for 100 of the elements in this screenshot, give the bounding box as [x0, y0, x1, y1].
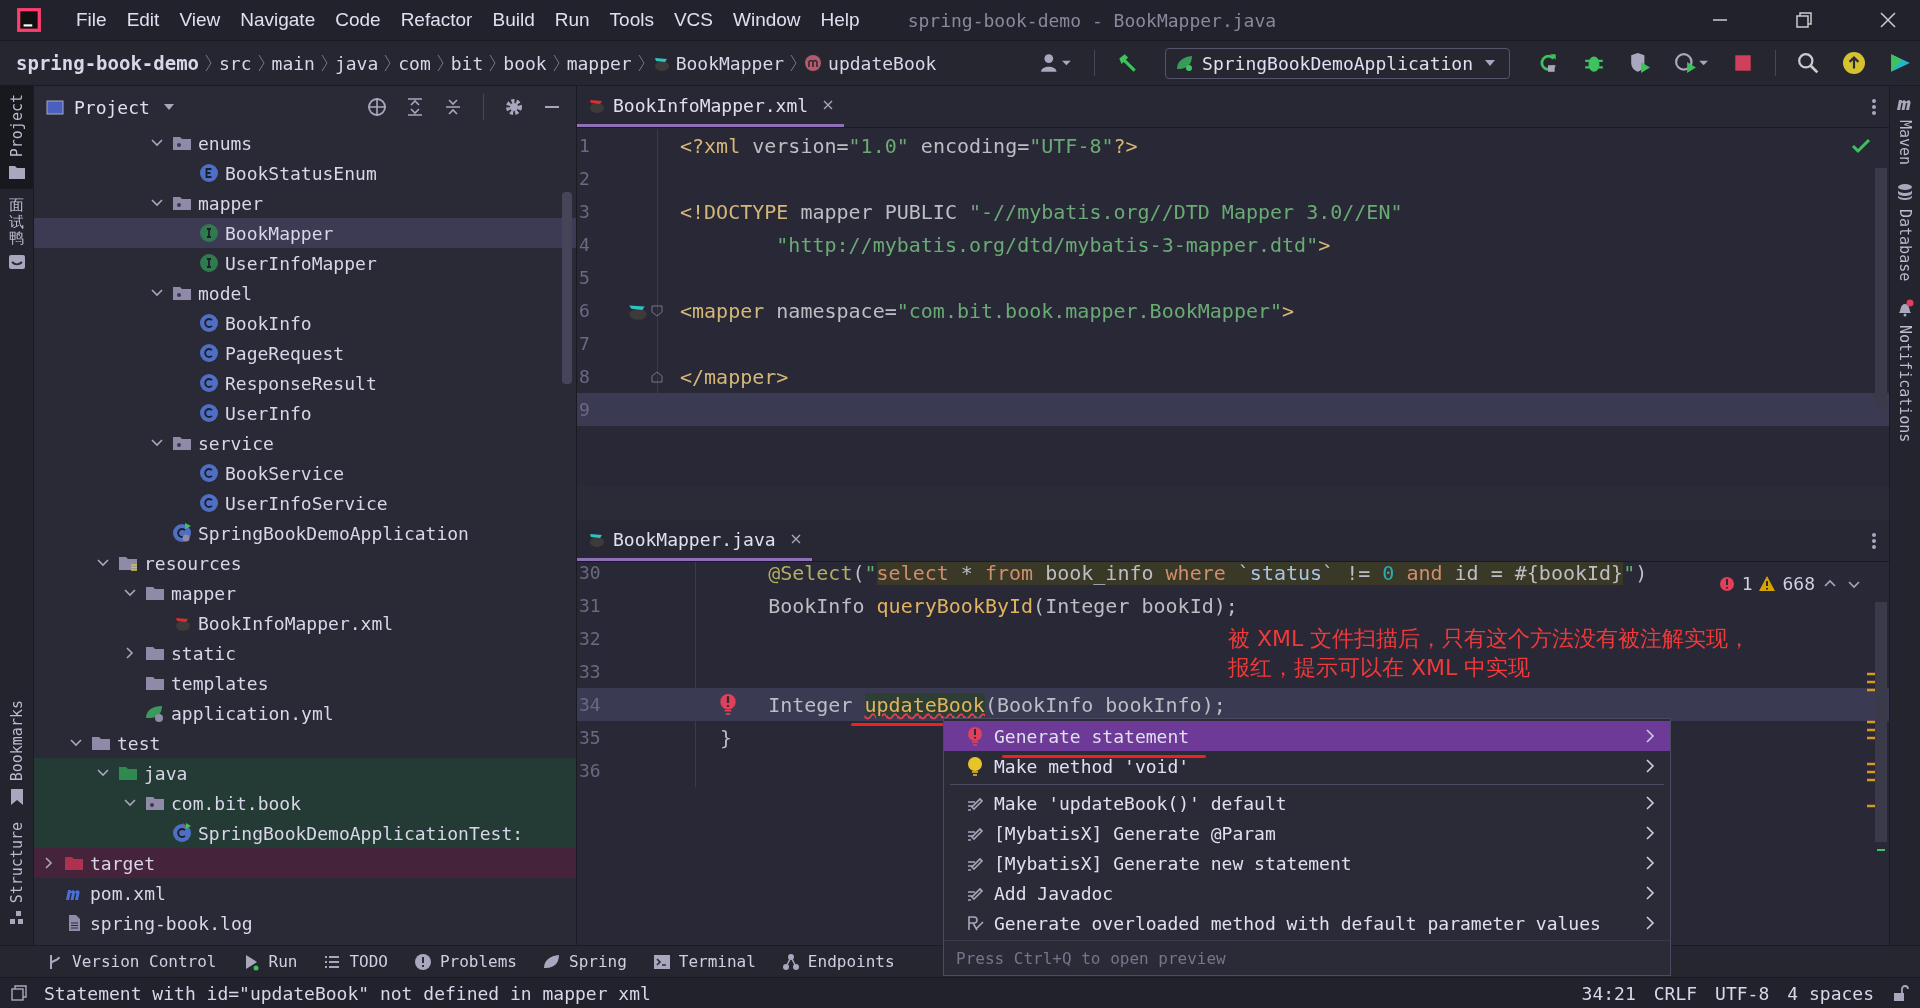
menu-item[interactable]: Make method 'void' [944, 751, 1670, 781]
menu-item[interactable]: Window [733, 9, 801, 31]
menu-item[interactable]: Add Javadoc [944, 878, 1670, 908]
scrollbar[interactable] [1875, 602, 1887, 842]
tool-window-button[interactable]: Spring [543, 952, 627, 971]
tool-window-button[interactable]: Database [1896, 183, 1914, 282]
tool-window-button[interactable]: Project [0, 86, 33, 190]
tree-item[interactable]: enums [34, 128, 576, 158]
close-icon[interactable] [789, 533, 802, 545]
app-logo-icon[interactable] [16, 7, 42, 33]
menu-item[interactable]: Refactor [400, 9, 473, 31]
tree-item[interactable]: SpringBookDemoApplicationTest: [34, 818, 576, 848]
menu-item[interactable]: Edit [126, 9, 160, 31]
tree-item[interactable]: BookInfoMapper.xml [34, 608, 576, 638]
tool-window-button[interactable]: Maven [1896, 94, 1914, 166]
tree-item[interactable]: static [34, 638, 576, 668]
menu-item[interactable]: Navigate [240, 9, 316, 31]
fold-icon[interactable] [651, 370, 663, 383]
menu-item[interactable]: Make 'updateBook()' default [944, 788, 1670, 818]
stop-icon[interactable] [1732, 52, 1754, 74]
tree-item[interactable]: BookInfo [34, 308, 576, 338]
breadcrumb[interactable]: com [398, 52, 431, 74]
breadcrumb[interactable]: book [503, 52, 547, 74]
error-count[interactable]: 1 [1741, 573, 1753, 594]
settings-icon[interactable] [504, 97, 524, 117]
tool-window-button[interactable]: Problems [413, 952, 517, 971]
menu-item[interactable]: Tools [609, 9, 654, 31]
menu-item[interactable]: Build [492, 9, 535, 31]
tree-item[interactable]: mapper [34, 578, 576, 608]
tool-window-button[interactable]: Notifications [1896, 299, 1914, 443]
menu-item[interactable]: File [76, 9, 107, 31]
tool-window-button[interactable]: Structure [0, 813, 33, 935]
warning-count[interactable]: 668 [1782, 573, 1815, 594]
hammer-icon[interactable] [1116, 52, 1139, 74]
tree-item[interactable]: target [34, 848, 576, 878]
tree-item[interactable]: mapper [34, 188, 576, 218]
locate-icon[interactable] [367, 97, 387, 117]
tree-item[interactable]: test [34, 728, 576, 758]
update-icon[interactable] [1843, 52, 1865, 74]
tree-item[interactable]: pom.xml [34, 878, 576, 908]
scrollbar[interactable] [1875, 168, 1887, 408]
menu-item[interactable]: Run [554, 9, 590, 31]
tool-window-button[interactable]: Terminal [652, 952, 756, 971]
app-logo-icon[interactable] [1889, 52, 1911, 74]
menu-item[interactable]: [MybatisX] Generate new statement [944, 848, 1670, 878]
window-icon[interactable] [10, 984, 28, 1002]
tree-item[interactable]: ResponseResult [34, 368, 576, 398]
tree-item[interactable]: BookService [34, 458, 576, 488]
tree-item[interactable]: service [34, 428, 576, 458]
close-icon[interactable] [1878, 10, 1898, 30]
breadcrumb[interactable]: updateBook [828, 52, 937, 74]
tree-item[interactable]: PageRequest [34, 338, 576, 368]
tool-window-button[interactable]: Bookmarks [0, 692, 33, 814]
breadcrumb[interactable]: mapper [566, 52, 632, 74]
tree-item[interactable]: BookMapper [34, 218, 576, 248]
menu-item[interactable]: [MybatisX] Generate @Param [944, 818, 1670, 848]
more-icon[interactable] [1871, 530, 1877, 551]
collapse-all-icon[interactable] [443, 97, 463, 117]
tree-item[interactable]: BookStatusEnum [34, 158, 576, 188]
tree-item[interactable]: application.yml [34, 698, 576, 728]
shield-play-icon[interactable] [1629, 52, 1651, 74]
menu-item[interactable]: Generate statement [944, 721, 1670, 751]
tool-window-button[interactable]: TODO [323, 952, 388, 971]
search-icon[interactable] [1797, 52, 1819, 74]
tree-item[interactable]: java [34, 758, 576, 788]
close-icon[interactable] [822, 99, 835, 111]
breadcrumb[interactable]: src [219, 52, 252, 74]
expand-all-icon[interactable] [405, 97, 425, 117]
panel-title[interactable]: Project [74, 96, 150, 118]
breadcrumb[interactable]: spring-book-demo [16, 52, 200, 74]
menu-item[interactable]: VCS [673, 9, 713, 31]
tool-window-button[interactable]: 面试鸭 [0, 189, 33, 279]
tool-window-button[interactable]: Version Control [46, 952, 217, 971]
tool-window-button[interactable]: Run [242, 952, 298, 971]
check-icon[interactable] [1851, 136, 1871, 156]
breadcrumb[interactable]: BookMapper [675, 52, 785, 74]
tree-item[interactable]: com.bit.book [34, 788, 576, 818]
tree-item[interactable]: UserInfo [34, 398, 576, 428]
tree-item[interactable]: spring-book.log [34, 908, 576, 938]
status-item[interactable]: CRLF [1653, 982, 1698, 1004]
breadcrumb[interactable]: bit [450, 52, 484, 74]
lock-icon[interactable] [1892, 984, 1910, 1002]
tree-item[interactable]: SpringBookDemoApplication [34, 518, 576, 548]
tree-item[interactable]: resources [34, 548, 576, 578]
status-item[interactable]: 34:21 [1581, 982, 1636, 1004]
status-item[interactable]: UTF-8 [1715, 982, 1770, 1004]
menu-item[interactable]: Generate overloaded method with default parameter values [944, 908, 1670, 938]
more-icon[interactable] [1871, 96, 1877, 117]
breadcrumb[interactable]: java [334, 52, 379, 74]
clock-play-icon[interactable] [1675, 52, 1708, 74]
tool-window-button[interactable]: Endpoints [781, 952, 895, 971]
restore-icon[interactable] [1794, 10, 1814, 30]
status-item[interactable]: 4 spaces [1787, 982, 1874, 1004]
menu-item[interactable]: View [179, 9, 221, 31]
tree-item[interactable]: UserInfoService [34, 488, 576, 518]
menu-item[interactable]: Help [820, 9, 860, 31]
breadcrumb[interactable]: main [271, 52, 315, 74]
menu-item[interactable]: Code [335, 9, 381, 31]
tree-item[interactable]: UserInfoMapper [34, 248, 576, 278]
scrollbar[interactable] [562, 192, 572, 384]
